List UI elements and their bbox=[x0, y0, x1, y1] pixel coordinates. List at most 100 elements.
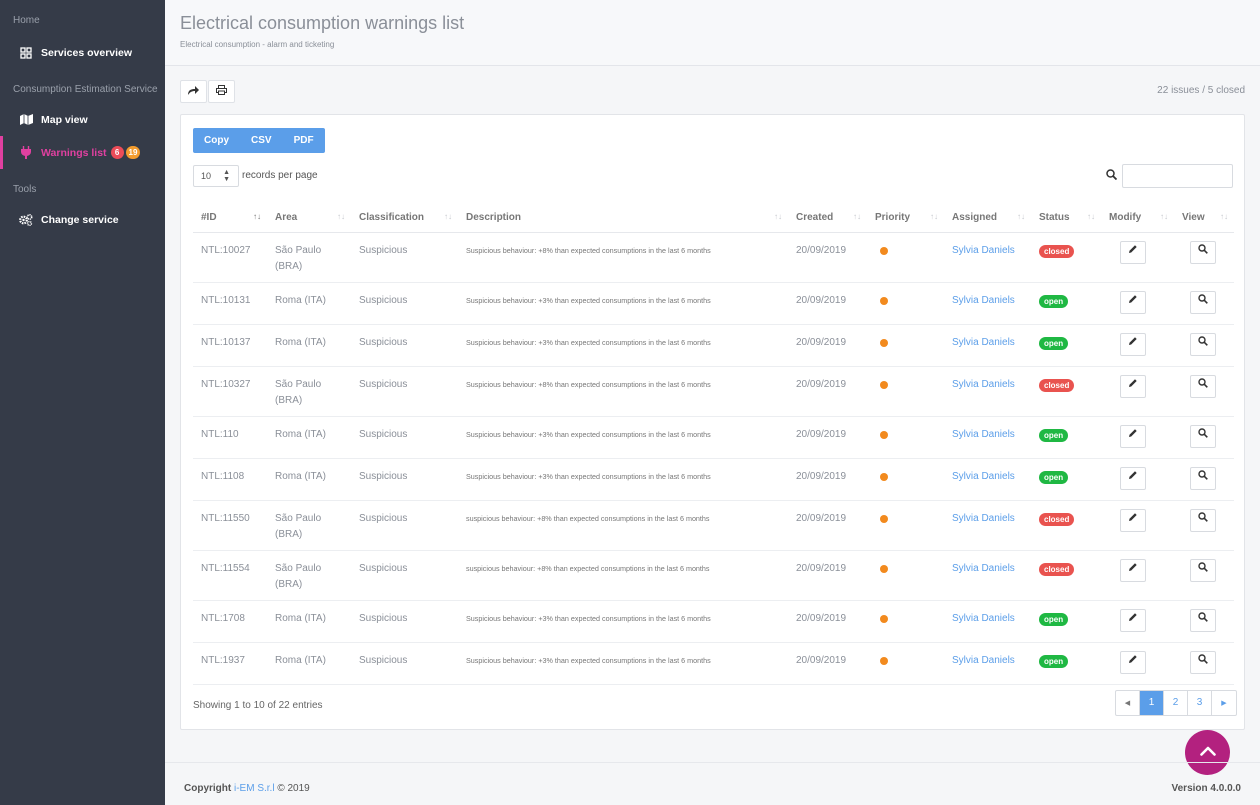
search-icon bbox=[1198, 470, 1208, 486]
sidebar-item-warnings-list[interactable]: Warnings list 6 19 bbox=[0, 136, 165, 169]
sidebar-item-label: Map view bbox=[41, 113, 88, 126]
view-button[interactable] bbox=[1190, 424, 1216, 448]
view-button[interactable] bbox=[1190, 332, 1216, 356]
view-button[interactable] bbox=[1190, 290, 1216, 314]
cell-assigned[interactable]: Sylvia Daniels bbox=[944, 550, 1031, 601]
cell-area: Roma (ITA) bbox=[267, 458, 351, 501]
cell-description: Suspicious behaviour: +8% than expected … bbox=[458, 366, 788, 417]
modify-button[interactable] bbox=[1120, 558, 1146, 582]
modify-button[interactable] bbox=[1120, 650, 1146, 674]
cell-assigned[interactable]: Sylvia Daniels bbox=[944, 324, 1031, 367]
pagination-page-3[interactable]: 3 bbox=[1188, 691, 1212, 715]
view-button[interactable] bbox=[1190, 508, 1216, 532]
pencil-icon bbox=[1128, 470, 1138, 486]
cell-assigned[interactable]: Sylvia Daniels bbox=[944, 232, 1031, 283]
cell-id: NTL:10131 bbox=[193, 282, 267, 325]
records-per-page-select[interactable]: 10 ▲ ▼ bbox=[193, 165, 239, 187]
cell-assigned[interactable]: Sylvia Daniels bbox=[944, 642, 1031, 685]
column-header-label: Area bbox=[275, 211, 298, 223]
cell-status: closed bbox=[1031, 232, 1101, 283]
csv-button[interactable]: CSV bbox=[240, 128, 283, 153]
pagination-next[interactable]: ▶ bbox=[1212, 691, 1236, 715]
status-badge: open bbox=[1039, 294, 1069, 308]
column-header[interactable]: Created ↑↓ bbox=[788, 203, 867, 233]
pagination-prev[interactable]: ◀ bbox=[1116, 691, 1140, 715]
cell-assigned[interactable]: Sylvia Daniels bbox=[944, 366, 1031, 417]
column-header-label: #ID bbox=[201, 211, 217, 223]
cell-modify bbox=[1101, 366, 1174, 417]
view-button[interactable] bbox=[1190, 374, 1216, 398]
view-button[interactable] bbox=[1190, 608, 1216, 632]
search-input[interactable] bbox=[1122, 164, 1233, 188]
column-header[interactable]: Priority ↑↓ bbox=[867, 203, 944, 233]
column-header[interactable]: Modify ↑↓ bbox=[1101, 203, 1174, 233]
view-button[interactable] bbox=[1190, 650, 1216, 674]
modify-button[interactable] bbox=[1120, 290, 1146, 314]
entries-info: Showing 1 to 10 of 22 entries bbox=[193, 700, 323, 711]
view-button[interactable] bbox=[1190, 240, 1216, 264]
modify-button[interactable] bbox=[1120, 332, 1146, 356]
cell-classification: Suspicious bbox=[351, 366, 458, 417]
priority-dot bbox=[880, 514, 888, 523]
column-header[interactable]: Status ↑↓ bbox=[1031, 203, 1101, 233]
sidebar: Home Services overview Consumption Estim… bbox=[0, 0, 165, 805]
cell-description: Suspicious behaviour: +3% than expected … bbox=[458, 282, 788, 325]
cell-assigned[interactable]: Sylvia Daniels bbox=[944, 600, 1031, 643]
search-icon bbox=[1198, 244, 1208, 260]
cell-description: suspicious behaviour: +8% than expected … bbox=[458, 500, 788, 551]
search-icon bbox=[1198, 612, 1208, 628]
pagination-page-1[interactable]: 1 bbox=[1140, 691, 1164, 715]
modify-button[interactable] bbox=[1120, 424, 1146, 448]
column-header[interactable]: Area ↑↓ bbox=[267, 203, 351, 233]
cell-classification: Suspicious bbox=[351, 416, 458, 459]
records-per-page-value: 10 bbox=[201, 171, 212, 181]
cogs-icon bbox=[19, 213, 33, 227]
page-subtitle: Electrical consumption - alarm and ticke… bbox=[180, 40, 335, 49]
print-button[interactable] bbox=[208, 80, 235, 103]
company-link[interactable]: i-EM S.r.l bbox=[234, 783, 275, 794]
cell-id: NTL:11550 bbox=[193, 500, 267, 551]
pdf-button[interactable]: PDF bbox=[283, 128, 325, 153]
records-per-page-label: records per page bbox=[242, 170, 318, 181]
cell-assigned[interactable]: Sylvia Daniels bbox=[944, 458, 1031, 501]
modify-button[interactable] bbox=[1120, 508, 1146, 532]
status-badge: closed bbox=[1039, 244, 1075, 258]
column-header[interactable]: Description ↑↓ bbox=[458, 203, 788, 233]
share-button[interactable] bbox=[180, 80, 207, 103]
priority-dot bbox=[880, 296, 888, 305]
cell-assigned[interactable]: Sylvia Daniels bbox=[944, 282, 1031, 325]
sidebar-item-map-view[interactable]: Map view bbox=[0, 103, 165, 136]
modify-button[interactable] bbox=[1120, 466, 1146, 490]
map-icon bbox=[19, 113, 33, 127]
column-header[interactable]: Classification ↑↓ bbox=[351, 203, 458, 233]
modify-button[interactable] bbox=[1120, 240, 1146, 264]
column-header[interactable]: #ID ↑↓ bbox=[193, 203, 267, 233]
cell-description: Suspicious behaviour: +8% than expected … bbox=[458, 232, 788, 283]
column-header[interactable]: Assigned ↑↓ bbox=[944, 203, 1031, 233]
modify-button[interactable] bbox=[1120, 608, 1146, 632]
cell-created: 20/09/2019 bbox=[788, 642, 867, 685]
copyright-suffix: © 2019 bbox=[277, 783, 310, 794]
cell-view bbox=[1174, 458, 1234, 501]
column-header-label: Classification bbox=[359, 211, 425, 223]
cell-area: Roma (ITA) bbox=[267, 324, 351, 367]
cell-area: São Paulo (BRA) bbox=[267, 366, 351, 417]
modify-button[interactable] bbox=[1120, 374, 1146, 398]
sidebar-item-label: Services overview bbox=[41, 46, 133, 59]
search-icon bbox=[1198, 294, 1208, 310]
search-icon bbox=[1198, 428, 1208, 444]
status-badge: open bbox=[1039, 336, 1069, 350]
cell-assigned[interactable]: Sylvia Daniels bbox=[944, 500, 1031, 551]
sidebar-item-services-overview[interactable]: Services overview bbox=[0, 36, 165, 69]
view-button[interactable] bbox=[1190, 558, 1216, 582]
pencil-icon bbox=[1128, 336, 1138, 352]
cell-assigned[interactable]: Sylvia Daniels bbox=[944, 416, 1031, 459]
copy-button[interactable]: Copy bbox=[193, 128, 240, 153]
pagination-page-2[interactable]: 2 bbox=[1164, 691, 1188, 715]
column-header[interactable]: View ↑↓ bbox=[1174, 203, 1234, 233]
sort-icon: ↑↓ bbox=[1087, 212, 1095, 221]
view-button[interactable] bbox=[1190, 466, 1216, 490]
sidebar-item-change-service[interactable]: Change service bbox=[0, 203, 165, 236]
cell-status: closed bbox=[1031, 550, 1101, 601]
cell-id: NTL:1108 bbox=[193, 458, 267, 501]
